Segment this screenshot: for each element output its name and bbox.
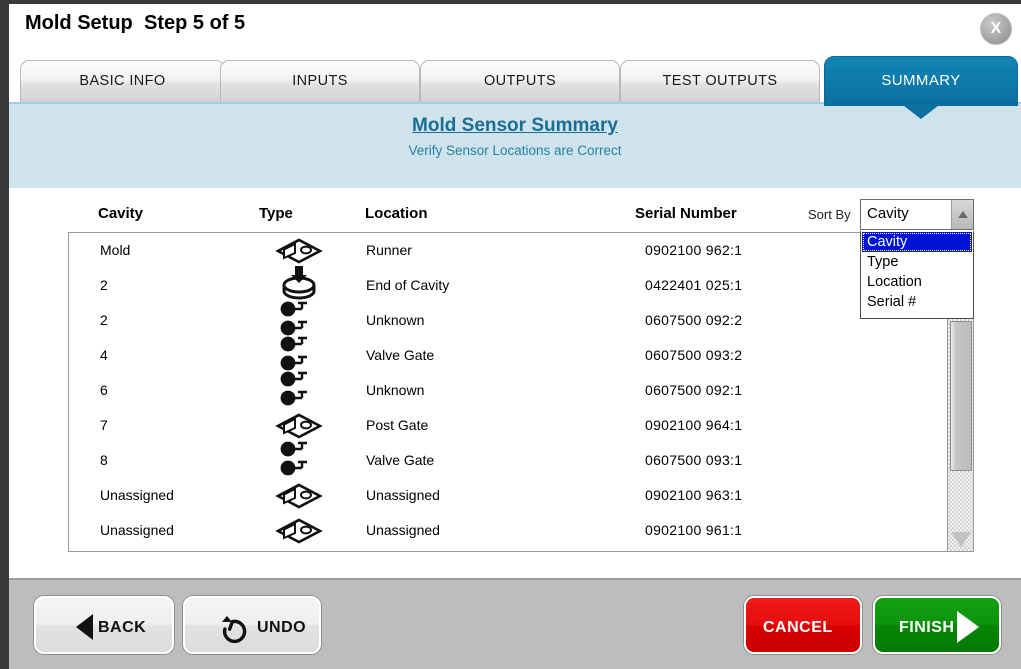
sort-by-select[interactable]: Cavity xyxy=(860,199,974,230)
cell-location: Runner xyxy=(366,242,412,258)
column-header-location: Location xyxy=(365,205,428,222)
cell-serial-number: 0422401 025:1 xyxy=(645,277,743,293)
undo-button[interactable]: UNDO xyxy=(183,596,321,654)
cell-location: Unknown xyxy=(366,382,425,398)
table-row[interactable]: Unassigned Unassigned 0902100 961:1 xyxy=(69,513,941,548)
close-icon: X xyxy=(990,20,1002,37)
cell-location: End of Cavity xyxy=(366,277,450,293)
tab-basic-info[interactable]: BASIC INFO xyxy=(20,60,225,102)
table-row[interactable]: 2 End of Cavity 0422401 025:1 xyxy=(69,266,941,303)
tab-summary[interactable]: SUMMARY xyxy=(824,56,1018,106)
page-title: Mold Setup xyxy=(25,12,133,34)
cell-serial-number: 0607500 092:1 xyxy=(645,382,743,398)
cell-cavity: 6 xyxy=(100,382,108,398)
banner-title: Mold Sensor Summary xyxy=(412,115,618,136)
tab-label: OUTPUTS xyxy=(483,73,557,89)
cancel-button-label: CANCEL xyxy=(763,619,833,636)
mold-setup-window: Mold Setup Step 5 of 5 X BASIC INFO INPUT… xyxy=(0,0,1021,669)
tab-label: BASIC INFO xyxy=(79,73,166,89)
column-header-cavity: Cavity xyxy=(98,205,144,222)
cell-serial-number: 0902100 962:1 xyxy=(645,242,743,258)
cell-serial-number: 0607500 093:2 xyxy=(645,347,743,363)
cell-location: Unassigned xyxy=(366,487,440,503)
cell-cavity: Mold xyxy=(100,242,131,258)
cell-cavity: 2 xyxy=(100,277,108,293)
cell-location: Valve Gate xyxy=(366,347,435,363)
pressure-sensor-icon xyxy=(269,510,329,552)
cell-serial-number: 0902100 961:1 xyxy=(645,522,743,538)
cell-location: Post Gate xyxy=(366,417,429,433)
table-row[interactable]: Mold Runner 0902100 962:1 xyxy=(69,233,941,268)
tab-bar: BASIC INFO INPUTS OUTPUTS TEST OUTPUTS SUMMA… xyxy=(9,52,1021,106)
cell-serial-number: 0607500 092:2 xyxy=(645,312,743,328)
sort-option-location[interactable]: Location xyxy=(861,272,973,292)
cell-serial-number: 0902100 963:1 xyxy=(645,487,743,503)
table-row[interactable]: 8 Valve Gate 0607500 093:1 xyxy=(69,441,941,478)
cell-cavity: Unassigned xyxy=(100,522,174,538)
close-button[interactable]: X xyxy=(980,13,1012,45)
tab-test-outputs[interactable]: TEST OUTPUTS xyxy=(620,60,820,102)
triangle-right-icon xyxy=(957,611,979,643)
cell-cavity: 8 xyxy=(100,452,108,468)
table-row[interactable]: 7 Post Gate 0902100 964:1 xyxy=(69,408,941,443)
finish-button-label: FINISH xyxy=(899,619,955,636)
table-row[interactable]: 2 Unknown 0607500 092:2 xyxy=(69,301,941,338)
table-row[interactable]: 4 Valve Gate 0607500 093:2 xyxy=(69,336,941,373)
cell-location: Unknown xyxy=(366,312,425,328)
cell-location: Valve Gate xyxy=(366,452,435,468)
title-bar: Mold Setup Step 5 of 5 X xyxy=(9,4,1021,52)
scroll-down-arrow-icon[interactable] xyxy=(951,532,971,547)
sort-by-value: Cavity xyxy=(867,205,909,222)
sort-option-type[interactable]: Type xyxy=(861,252,973,272)
cell-location: Unassigned xyxy=(366,522,440,538)
back-button-label: BACK xyxy=(98,619,147,636)
cancel-button[interactable]: CANCEL xyxy=(744,596,862,654)
chevron-up-icon[interactable] xyxy=(951,200,973,229)
undo-arrow-icon xyxy=(222,616,247,644)
banner-subtitle: Verify Sensor Locations are Correct xyxy=(408,143,622,158)
triangle-left-icon xyxy=(76,614,93,640)
tab-label: INPUTS xyxy=(292,73,348,89)
cell-serial-number: 0607500 093:1 xyxy=(645,452,743,468)
sort-by-dropdown-list: Cavity Type Location Serial # xyxy=(860,231,974,319)
column-header-serial: Serial Number xyxy=(635,205,737,222)
summary-banner: Mold Sensor Summary Verify Sensor Locati… xyxy=(9,102,1021,188)
sort-option-cavity[interactable]: Cavity xyxy=(862,232,972,252)
sensor-table: Mold Runner 0902100 962:1 2 End of Cavity 042… xyxy=(68,232,974,552)
table-row[interactable]: Unassigned Unassigned 0902100 963:1 xyxy=(69,478,941,513)
active-tab-pointer xyxy=(899,102,943,119)
cell-cavity: 4 xyxy=(100,347,108,363)
scrollbar-thumb[interactable] xyxy=(950,321,972,471)
tab-label: SUMMARY xyxy=(881,72,961,89)
table-row[interactable]: 6 Unknown 0607500 092:1 xyxy=(69,371,941,408)
tab-outputs[interactable]: OUTPUTS xyxy=(420,60,620,102)
sort-option-serial[interactable]: Serial # xyxy=(861,292,973,312)
step-indicator: Step 5 of 5 xyxy=(144,12,246,34)
cell-cavity: 2 xyxy=(100,312,108,328)
undo-button-label: UNDO xyxy=(257,619,307,636)
footer-bar: BACK UNDO CANCEL FINISH xyxy=(9,578,1021,669)
tab-label: TEST OUTPUTS xyxy=(662,73,778,89)
back-button[interactable]: BACK xyxy=(34,596,174,654)
tab-inputs[interactable]: INPUTS xyxy=(220,60,420,102)
cell-cavity: 7 xyxy=(100,417,108,433)
finish-button[interactable]: FINISH xyxy=(873,596,1001,654)
sort-by-label: Sort By xyxy=(808,207,851,222)
cell-serial-number: 0902100 964:1 xyxy=(645,417,743,433)
cell-cavity: Unassigned xyxy=(100,487,174,503)
column-header-type: Type xyxy=(259,205,293,222)
